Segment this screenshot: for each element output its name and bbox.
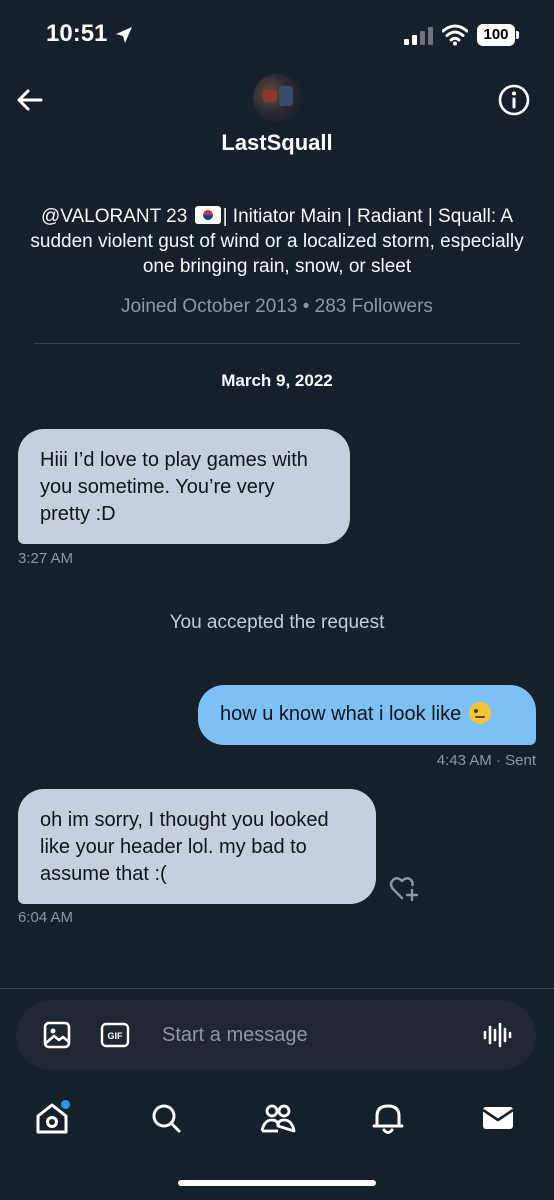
profile-bio: @VALORANT 23 | Initiator Main | Radiant …: [20, 204, 534, 279]
search-icon: [152, 1104, 181, 1133]
arrow-left-icon: [17, 89, 43, 111]
notifications-icon: [372, 1104, 404, 1134]
back-button[interactable]: [14, 84, 46, 116]
divider: [0, 988, 554, 989]
system-message: You accepted the request: [169, 612, 385, 633]
info-button[interactable]: [497, 83, 531, 117]
tab-search[interactable]: [146, 1098, 186, 1138]
gif-icon: GIF: [100, 1022, 130, 1048]
message-bubble-incoming[interactable]: oh im sorry, I thought you looked like y…: [18, 789, 376, 904]
add-reaction-button[interactable]: [388, 872, 420, 904]
location-arrow-icon: [114, 25, 134, 45]
status-bar: 10:51 100: [0, 0, 554, 72]
image-icon: [43, 1021, 71, 1049]
message-bubble-outgoing[interactable]: how u know what i look like: [198, 685, 536, 745]
gif-label: GIF: [108, 1031, 124, 1041]
heart-plus-icon: [389, 877, 419, 902]
message-timestamp: 6:04 AM: [18, 909, 74, 926]
message-bubble-incoming[interactable]: Hiii I’d love to play games with you som…: [18, 429, 350, 544]
tab-messages[interactable]: [478, 1098, 518, 1138]
avatar[interactable]: [253, 74, 301, 122]
cellular-signal-icon: [404, 26, 434, 46]
raised-eyebrow-emoji-icon: [468, 702, 491, 724]
voice-icon: [483, 1022, 512, 1048]
wifi-icon: [442, 24, 468, 46]
communities-icon: [260, 1104, 296, 1133]
message-composer: GIF: [16, 1000, 536, 1070]
gif-button[interactable]: GIF: [100, 1021, 130, 1049]
south-korea-flag-icon: [194, 206, 221, 224]
profile-meta: Joined October 2013 • 283 Followers: [121, 296, 433, 317]
battery-icon: 100: [477, 24, 519, 46]
message-text: how u know what i look like: [220, 703, 462, 725]
notification-dot: [61, 1100, 70, 1109]
tab-bar: [0, 1080, 554, 1160]
image-button[interactable]: [42, 1020, 72, 1050]
message-text: Hiii I’d love to play games with you som…: [40, 449, 308, 525]
voice-message-button[interactable]: [482, 1020, 512, 1050]
tab-communities[interactable]: [258, 1098, 298, 1138]
profile-name[interactable]: LastSquall: [0, 130, 554, 156]
message-timestamp: 3:27 AM: [18, 550, 74, 567]
messages-icon: [482, 1107, 514, 1129]
date-separator: March 9, 2022: [221, 371, 333, 390]
info-icon: [498, 84, 530, 116]
message-text: oh im sorry, I thought you looked like y…: [40, 809, 329, 885]
bio-mention[interactable]: @VALORANT 23: [41, 206, 187, 227]
message-timestamp: 4:43 AM · Sent: [436, 752, 536, 769]
status-time: 10:51: [46, 20, 108, 47]
message-input[interactable]: [162, 1020, 462, 1050]
home-indicator: [178, 1180, 376, 1186]
divider: [34, 343, 520, 344]
tab-home[interactable]: [32, 1098, 72, 1138]
bio-text-line1: | Initiator Main | Radiant |: [222, 206, 433, 227]
tab-notifications[interactable]: [368, 1098, 408, 1138]
